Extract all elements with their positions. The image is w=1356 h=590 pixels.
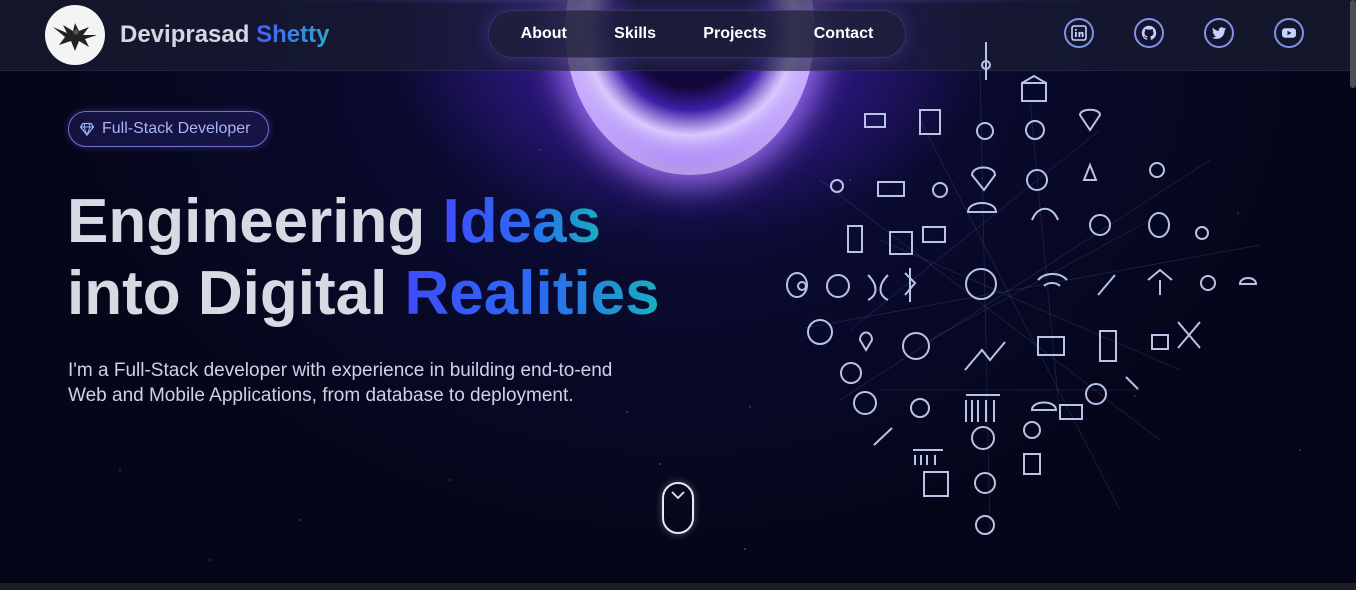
diamond-icon	[80, 122, 94, 136]
headline-line2-plain: into Digital	[67, 259, 388, 328]
page-scrollbar[interactable]	[1350, 0, 1356, 88]
brand-first-name: Deviprasad	[120, 21, 250, 48]
headline-line1-accent: Ideas	[442, 187, 602, 256]
brand-last-name: Shetty	[256, 21, 330, 48]
role-badge-label: Full-Stack Developer	[102, 120, 251, 137]
bottom-edge	[0, 583, 1356, 590]
hero-headline: Engineering Ideas into Digital Realities	[67, 186, 660, 330]
headline-line2-accent: Realities	[404, 259, 660, 328]
eagle-logo[interactable]	[45, 5, 105, 65]
nav-link-skills[interactable]: Skills	[602, 21, 668, 47]
nav-link-about[interactable]: About	[509, 21, 579, 47]
role-badge: Full-Stack Developer	[68, 111, 269, 147]
tech-icons-globe	[786, 42, 1261, 535]
scroll-down-indicator[interactable]	[662, 482, 694, 534]
headline-line1-plain: Engineering	[67, 187, 426, 256]
chevron-down-icon	[671, 491, 685, 500]
hero-page: Deviprasad Shetty About Skills Projects …	[0, 0, 1356, 590]
brand-name[interactable]: Deviprasad Shetty	[120, 21, 329, 49]
hero-subtitle: I'm a Full-Stack developer with experien…	[68, 360, 613, 406]
